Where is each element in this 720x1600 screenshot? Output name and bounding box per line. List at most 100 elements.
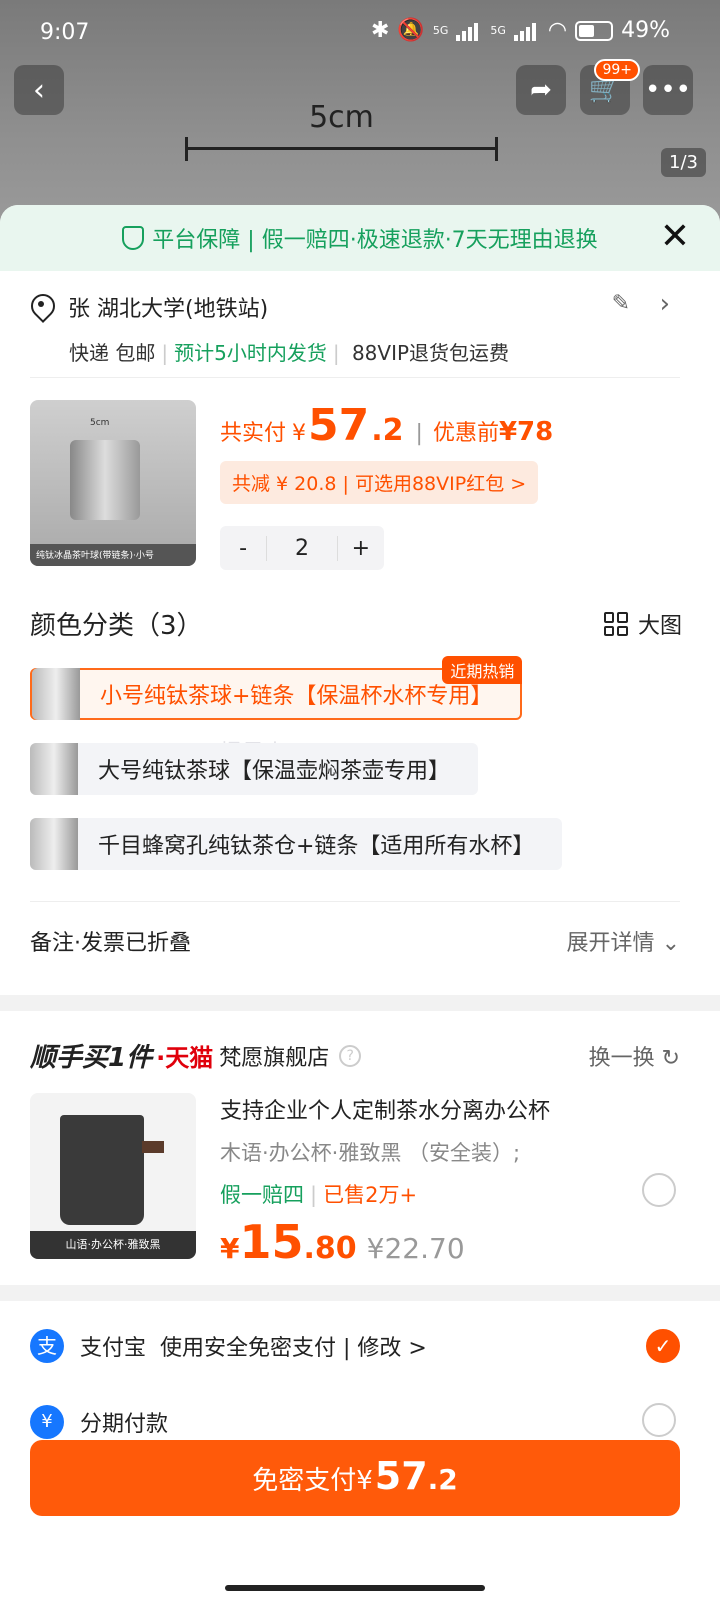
recommended-item[interactable]: 山语·办公杯·雅致黑 支持企业个人定制茶水分离办公杯 木语·办公杯·雅致黑 （安… bbox=[30, 1093, 680, 1269]
pay-button[interactable]: 免密支付 ¥ 57.2 bbox=[30, 1440, 680, 1516]
bluetooth-icon: ✱ bbox=[370, 18, 390, 43]
chevron-left-icon: ‹ bbox=[33, 72, 45, 108]
wifi-icon: ◠ bbox=[547, 18, 568, 43]
add-on-header: 顺手买1件 ·天猫 梵愿旗舰店 ? 换一换 ↻ bbox=[30, 1037, 680, 1074]
variant-option-small[interactable]: 小号纯钛茶球+链条【保温杯水杯专用】 近期热销 bbox=[30, 656, 523, 720]
section-gap bbox=[0, 995, 720, 1011]
saving-badge[interactable]: 共减 ¥ 20.8 | 可选用88VIP红包 > bbox=[220, 461, 539, 504]
divider bbox=[30, 901, 680, 902]
add-on-brand: 顺手买1件 bbox=[30, 1043, 153, 1073]
rec-currency: ¥ bbox=[220, 1232, 240, 1265]
status-time: 9:07 bbox=[40, 20, 90, 45]
rec-title: 支持企业个人定制茶水分离办公杯 bbox=[220, 1099, 551, 1124]
variant-option-large[interactable]: 大号纯钛茶球【保温壶焖茶壶专用】 bbox=[30, 743, 479, 795]
notes-row[interactable]: 备注·发票已折叠 展开详情 ⌄ bbox=[30, 925, 680, 957]
edit-icon[interactable]: ✎ bbox=[612, 291, 630, 316]
photo-measure: 5cm bbox=[185, 100, 498, 161]
variant-label: 千目蜂窝孔纯钛茶仓+链条【适用所有水杯】 bbox=[98, 834, 535, 859]
delivery-info: 快递 包邮 | 预计5小时内发货 | 88VIP退货包运费 bbox=[69, 341, 510, 365]
product-thumbnail[interactable]: 5cm 纯钛冰晶茶叶球(带链条)·小号 bbox=[30, 400, 196, 566]
big-picture-toggle[interactable]: 大图 bbox=[603, 608, 682, 640]
measure-line bbox=[185, 137, 498, 161]
payment-installment[interactable]: ¥ 分期付款 bbox=[30, 1405, 168, 1439]
price-currency: ¥ bbox=[292, 421, 307, 446]
price-int: 57 bbox=[308, 400, 370, 451]
cup-shape bbox=[60, 1115, 144, 1225]
total-price: 共实付 ¥ 57.2 | 优惠前¥78 bbox=[220, 400, 554, 451]
product-summary: 5cm 纯钛冰晶茶叶球(带链条)·小号 共实付 ¥ 57.2 | 优惠前¥78 … bbox=[30, 400, 680, 570]
battery-percent: 49% bbox=[621, 18, 670, 43]
variant-thumb bbox=[32, 668, 80, 720]
signal-icon bbox=[513, 21, 540, 41]
signal-icon bbox=[456, 21, 482, 41]
variant-thumb bbox=[30, 743, 78, 795]
store-name[interactable]: 梵愿旗舰店 bbox=[219, 1040, 329, 1072]
net2-label: 5G bbox=[490, 24, 506, 37]
rec-select-radio[interactable] bbox=[642, 1173, 676, 1207]
thumb-caption: 纯钛冰晶茶叶球(带链条)·小号 bbox=[30, 544, 196, 566]
image-pager: 1/3 bbox=[661, 148, 706, 177]
quantity-stepper: - 2 + bbox=[220, 526, 384, 570]
more-button[interactable]: ••• bbox=[643, 65, 693, 115]
qty-plus-button[interactable]: + bbox=[338, 536, 384, 561]
ship-eta: 预计5小时内发货 bbox=[174, 341, 327, 365]
expand-details[interactable]: 展开详情 ⌄ bbox=[567, 925, 680, 957]
installment-label: 分期付款 bbox=[80, 1412, 169, 1437]
alipay-label: 支付宝 bbox=[80, 1336, 147, 1361]
address-block[interactable]: 张 湖北大学(地铁站) ✎ › 快递 包邮 | 预计5小时内发货 | 88VIP退货包… bbox=[30, 289, 680, 366]
guarantee-text: 平台保障 | 假一赔四·极速退款·7天无理由退换 bbox=[152, 228, 598, 253]
rec-orig-price: ¥22.70 bbox=[366, 1232, 465, 1265]
alipay-check[interactable]: ✓ bbox=[646, 1329, 680, 1363]
section-gap bbox=[0, 1285, 720, 1301]
hot-tag: 近期热销 bbox=[442, 656, 523, 684]
net1-label: 5G bbox=[432, 24, 449, 37]
price-dec: .2 bbox=[371, 413, 404, 448]
price-prefix: 共实付 bbox=[220, 421, 287, 446]
alipay-sub[interactable]: 使用安全免密支付 | 修改 > bbox=[160, 1330, 427, 1362]
share-button[interactable]: ➦ bbox=[516, 65, 566, 115]
variant-thumb bbox=[30, 818, 78, 870]
installment-icon: ¥ bbox=[30, 1405, 64, 1439]
alipay-icon: 支 bbox=[30, 1329, 64, 1363]
battery-icon bbox=[575, 20, 614, 41]
cart-badge: 99+ bbox=[594, 59, 640, 81]
rec-guarantee: 假一赔四 bbox=[220, 1183, 304, 1207]
qty-minus-button[interactable]: - bbox=[220, 536, 266, 561]
platform-guarantee-bar: 平台保障 | 假一赔四·极速退款·7天无理由退换 ✕ bbox=[0, 205, 720, 271]
measure-label: 5cm bbox=[309, 100, 374, 135]
status-bar: 9:07 ✱ 🔕 5G 5G ◠ 49% bbox=[0, 0, 720, 66]
delivery-method: 快递 包邮 bbox=[69, 341, 156, 365]
rec-sold: 已售2万+ bbox=[323, 1183, 418, 1207]
grid-icon bbox=[603, 612, 628, 636]
qty-value[interactable]: 2 bbox=[266, 535, 338, 561]
home-indicator[interactable] bbox=[225, 1585, 485, 1591]
rec-image-caption: 山语·办公杯·雅致黑 bbox=[30, 1231, 196, 1259]
variant-title: 颜色分类（3） bbox=[30, 611, 203, 641]
big-picture-label: 大图 bbox=[637, 614, 682, 639]
swap-button[interactable]: 换一换 ↻ bbox=[589, 1040, 680, 1072]
rec-sku: 木语·办公杯·雅致黑 （安全装）; bbox=[220, 1141, 521, 1165]
pay-currency: ¥ bbox=[356, 1466, 373, 1496]
share-icon: ➦ bbox=[530, 75, 552, 105]
shield-icon bbox=[122, 226, 145, 250]
before-label: 优惠前 bbox=[432, 421, 499, 446]
cup-handle bbox=[142, 1141, 164, 1153]
cart-button[interactable]: 🛒 99+ bbox=[580, 59, 640, 115]
tmall-logo: ·天猫 bbox=[156, 1044, 214, 1072]
mute-icon: 🔕 bbox=[397, 18, 425, 43]
help-icon[interactable]: ? bbox=[339, 1044, 362, 1067]
chevron-right-icon[interactable]: › bbox=[660, 289, 670, 319]
thumb-can bbox=[70, 440, 140, 520]
variant-option-honeycomb[interactable]: 千目蜂窝孔纯钛茶仓+链条【适用所有水杯】 bbox=[30, 818, 563, 870]
installment-radio[interactable] bbox=[642, 1403, 676, 1437]
thumb-dimension: 5cm bbox=[90, 418, 110, 428]
expand-label: 展开详情 bbox=[566, 931, 655, 956]
pay-amount-dec: .2 bbox=[427, 1463, 458, 1496]
back-button[interactable]: ‹ bbox=[14, 65, 64, 115]
chevron-down-icon: ⌄ bbox=[661, 931, 680, 956]
close-icon[interactable]: ✕ bbox=[660, 219, 690, 255]
rec-image[interactable]: 山语·办公杯·雅致黑 bbox=[30, 1093, 196, 1259]
location-pin-icon bbox=[30, 294, 52, 320]
more-icon: ••• bbox=[644, 75, 691, 105]
payment-alipay[interactable]: 支 支付宝 使用安全免密支付 | 修改 > ✓ bbox=[30, 1329, 680, 1363]
